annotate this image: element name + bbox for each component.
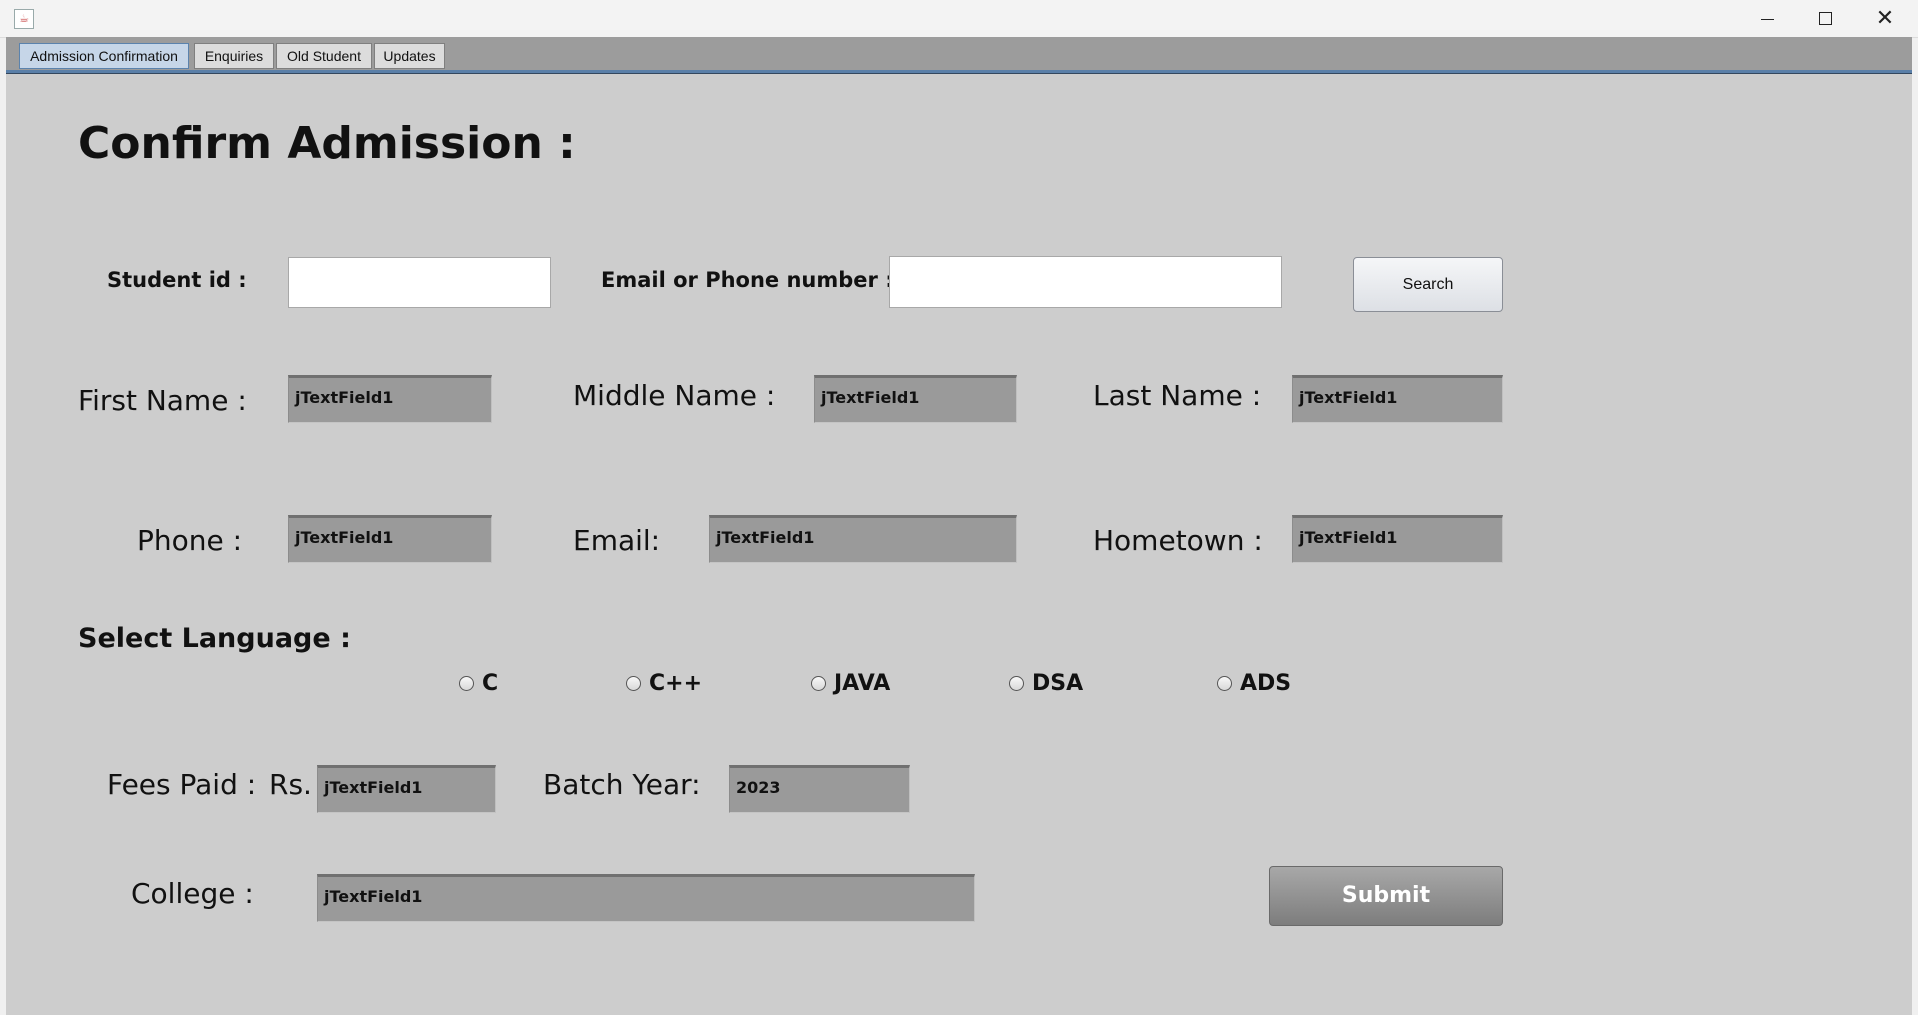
first-name-field[interactable]: jTextField1 <box>288 375 492 423</box>
minimize-button[interactable] <box>1738 0 1796 37</box>
email-label: Email: <box>573 524 661 557</box>
window-title-bar: ☕ ✕ <box>0 0 1918 38</box>
radio-label-c: C <box>482 671 499 696</box>
maximize-icon <box>1818 12 1832 25</box>
last-name-label: Last Name : <box>1093 379 1262 412</box>
email-phone-label: Email or Phone number : <box>601 268 894 292</box>
tab-old-student[interactable]: Old Student <box>276 43 372 69</box>
radio-button-icon <box>811 676 826 691</box>
radio-dsa[interactable]: DSA <box>1009 671 1083 696</box>
radio-ads[interactable]: ADS <box>1217 671 1291 696</box>
college-field[interactable]: jTextField1 <box>317 874 975 922</box>
search-button[interactable]: Search <box>1353 257 1503 312</box>
radio-label-java: JAVA <box>834 671 891 696</box>
tab-enquiries[interactable]: Enquiries <box>194 43 274 69</box>
batch-year-label: Batch Year: <box>543 768 701 801</box>
tab-admission-confirmation[interactable]: Admission Confirmation <box>19 43 189 69</box>
currency-label: Rs. <box>269 768 312 801</box>
tab-updates[interactable]: Updates <box>374 43 445 69</box>
maximize-button[interactable] <box>1796 0 1854 37</box>
radio-java[interactable]: JAVA <box>811 671 890 696</box>
select-language-label: Select Language : <box>78 623 351 654</box>
first-name-label: First Name : <box>78 384 247 417</box>
phone-field[interactable]: jTextField1 <box>288 515 492 563</box>
batch-year-field[interactable]: 2023 <box>729 765 910 813</box>
radio-button-icon <box>1217 676 1232 691</box>
middle-name-field[interactable]: jTextField1 <box>814 375 1017 423</box>
radio-label-dsa: DSA <box>1032 671 1084 696</box>
tab-strip: Admission Confirmation Enquiries Old Stu… <box>6 37 1912 74</box>
minimize-icon <box>1760 18 1774 20</box>
radio-button-icon <box>1009 676 1024 691</box>
phone-label: Phone : <box>137 524 243 557</box>
fees-paid-label: Fees Paid : <box>107 768 257 801</box>
close-button[interactable]: ✕ <box>1856 0 1914 37</box>
java-app-icon: ☕ <box>14 9 34 29</box>
hometown-field[interactable]: jTextField1 <box>1292 515 1503 563</box>
radio-label-cpp: C++ <box>649 671 703 696</box>
email-phone-input[interactable] <box>889 256 1282 308</box>
radio-c[interactable]: C <box>459 671 498 696</box>
radio-cpp[interactable]: C++ <box>626 671 702 696</box>
radio-label-ads: ADS <box>1240 671 1292 696</box>
close-icon: ✕ <box>1875 6 1895 31</box>
student-id-label: Student id : <box>107 268 247 292</box>
page-title: Confirm Admission : <box>78 118 576 169</box>
last-name-field[interactable]: jTextField1 <box>1292 375 1503 423</box>
tab-underline <box>6 70 1912 74</box>
college-label: College : <box>131 877 254 910</box>
radio-button-icon <box>626 676 641 691</box>
student-id-input[interactable] <box>288 257 551 308</box>
fees-paid-field[interactable]: jTextField1 <box>317 765 496 813</box>
submit-button[interactable]: Submit <box>1269 866 1503 926</box>
email-field[interactable]: jTextField1 <box>709 515 1017 563</box>
middle-name-label: Middle Name : <box>573 379 776 412</box>
hometown-label: Hometown : <box>1093 524 1263 557</box>
radio-button-icon <box>459 676 474 691</box>
